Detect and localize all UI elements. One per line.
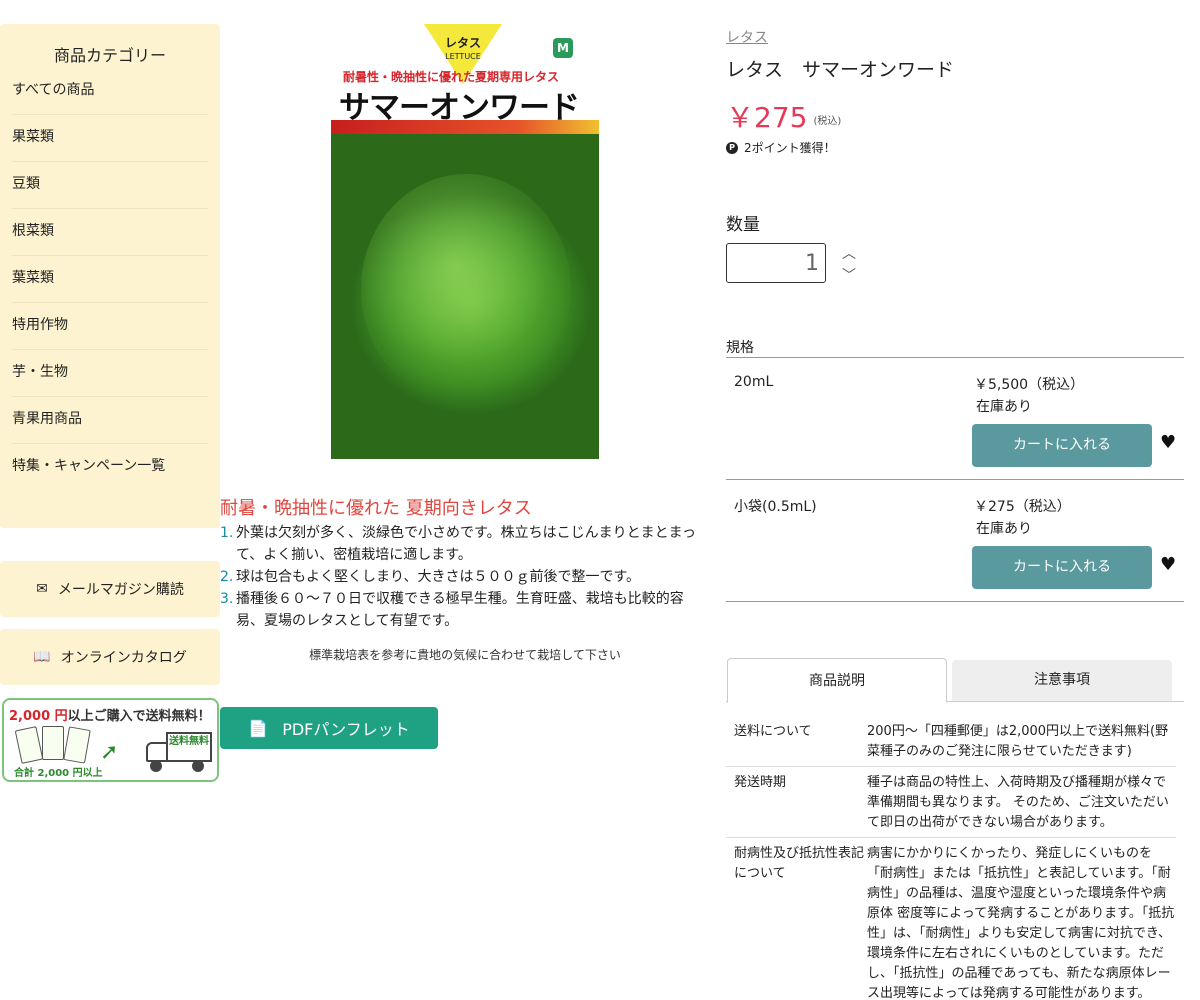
table-row: 発送時期 種子は商品の特性上、入荷時期及び播種期が様々で準備期間も異なります。 … [726, 767, 1176, 838]
list-item: 1. 外葉は欠刻が多く、淡緑色で小さめです。株立ちはこじんまりとまとまって、よく揃… [220, 525, 697, 563]
sidebar-item-campaigns[interactable]: 特集・キャンペーン一覧 [12, 444, 208, 491]
table-row: 送料について 200円～「四種郵便」は2,000円以上で送料無料(野菜種子のみの… [726, 716, 1176, 767]
package-band [331, 120, 599, 134]
table-row: 耐病性及び抵抗性表記について 病害にかかりにくかったり、発症しにくいものを「耐病… [726, 838, 1176, 1000]
spec-table: 20mL ￥5,500（税込） 在庫あり カートに入れる ♥ 小袋(0.5mL)… [726, 357, 1184, 602]
info-tabs: 商品説明 注意事項 [726, 658, 1184, 703]
info-table: 送料について 200円～「四種郵便」は2,000円以上で送料無料(野菜種子のみの… [726, 716, 1176, 1000]
category-sidebar: 商品カテゴリー すべての商品 果菜類 豆類 根菜類 葉菜類 特用作物 芋・生物 … [0, 24, 220, 528]
info-key: 発送時期 [734, 775, 787, 790]
truck-text: 送料無料 [166, 732, 212, 762]
brand-logo-icon: M [553, 38, 573, 58]
cultivation-note: 標準栽培表を参考に貴地の気候に合わせて栽培して下さい [309, 648, 621, 662]
pdf-file-icon: 📄 [248, 718, 269, 738]
stock-status: 在庫あり [976, 399, 1032, 415]
add-to-cart-button[interactable]: カートに入れる [972, 424, 1152, 467]
list-item: 3. 播種後６０～７０日で収穫できる極早生種。生育旺盛、栽培も比較的容易、夏場のレ… [220, 591, 684, 629]
sidebar-item-all[interactable]: すべての商品 [12, 68, 208, 115]
spec-label: 規格 [726, 340, 754, 356]
category-list: すべての商品 果菜類 豆類 根菜類 葉菜類 特用作物 芋・生物 青果用商品 特集… [0, 68, 220, 491]
sidebar-item-root-vegetables[interactable]: 根菜類 [12, 209, 208, 256]
spec-name: 小袋(0.5mL) [734, 499, 817, 515]
seed-pack-icon [42, 726, 64, 760]
product-price: ￥275 (税込) [726, 101, 842, 134]
info-value: 200円～「四種郵便」は2,000円以上で送料無料(野菜種子のみのご発注に限らせ… [867, 724, 1169, 759]
book-icon: 📖 [33, 649, 51, 665]
info-value: 種子は商品の特性上、入荷時期及び播種期が様々で準備期間も異なります。 そのため、… [867, 775, 1169, 830]
heart-icon[interactable]: ♥ [1160, 554, 1176, 575]
sidebar-title: 商品カテゴリー [53, 46, 166, 65]
seed-pack-icon [63, 726, 91, 764]
tax-label: (税込) [813, 115, 842, 127]
chevron-up-icon[interactable]: ︿ [838, 243, 860, 265]
newsletter-label: メールマガジン購読 [57, 582, 184, 598]
points-text: 2ポイント獲得！ [744, 141, 836, 155]
info-value: 病害にかかりにくかったり、発症しにくいものを「耐病性」または「抵抗性」と表記して… [867, 846, 1175, 1000]
newsletter-button[interactable]: ✉ メールマガジン購読 [0, 561, 220, 617]
free-shipping-banner[interactable]: 2,000 円以上ご購入で送料無料！ ➚ 送料無料 合計 2,000 円以上 [2, 698, 219, 782]
arrow-right-icon: ➚ [100, 740, 119, 765]
delivery-truck-icon: 送料無料 [144, 730, 214, 772]
sidebar-item-potatoes[interactable]: 芋・生物 [12, 350, 208, 397]
banner-text: 以上ご購入で送料無料！ [67, 709, 211, 724]
feature-list: 1. 外葉は欠刻が多く、淡緑色で小さめです。株立ちはこじんまりとまとまって、よく揃… [220, 522, 710, 632]
list-item: 2. 球は包合もよく堅くしまり、大きさは５００ｇ前後で整一です。 [220, 569, 641, 585]
lettuce-photo [331, 134, 599, 459]
banner-total: 合計 2,000 円以上 [14, 768, 103, 779]
pdf-pamphlet-button[interactable]: 📄 PDFパンフレット [220, 707, 438, 749]
points-icon: P [726, 141, 738, 154]
online-catalog-label: オンラインカタログ [60, 650, 187, 666]
banner-headline: 2,000 円以上ご購入で送料無料！ [9, 705, 211, 724]
add-to-cart-button[interactable]: カートに入れる [972, 546, 1152, 589]
stock-status: 在庫あり [976, 521, 1032, 537]
online-catalog-button[interactable]: 📖 オンラインカタログ [0, 629, 220, 685]
table-row: 小袋(0.5mL) ￥275（税込） 在庫あり カートに入れる ♥ [726, 480, 1184, 602]
spec-price: ￥275（税込） [974, 499, 1071, 515]
sidebar-item-beans[interactable]: 豆類 [12, 162, 208, 209]
pdf-pamphlet-label: PDFパンフレット [282, 720, 410, 739]
points-info: P 2ポイント獲得！ [726, 139, 836, 156]
quantity-stepper: ︿ ﹀ [838, 243, 860, 287]
sidebar-item-fruit-vegetables[interactable]: 果菜類 [12, 115, 208, 162]
quantity-input[interactable] [726, 243, 826, 283]
chevron-down-icon[interactable]: ﹀ [838, 265, 860, 287]
info-key: 耐病性及び抵抗性表記について [734, 846, 865, 881]
product-image: レタス LETTUCE M 耐暑性・晩抽性に優れた夏期専用レタス サマーオンワー… [331, 24, 599, 459]
sidebar-item-leaf-vegetables[interactable]: 葉菜類 [12, 256, 208, 303]
tab-description[interactable]: 商品説明 [727, 658, 947, 703]
seed-pack-icon [14, 726, 44, 764]
table-row: 20mL ￥5,500（税込） 在庫あり カートに入れる ♥ [726, 358, 1184, 480]
envelope-icon: ✉ [36, 581, 48, 597]
breadcrumb[interactable]: レタス [726, 27, 768, 47]
tab-notes[interactable]: 注意事項 [952, 660, 1172, 701]
page-title: レタス サマーオンワード [726, 59, 955, 81]
heart-icon[interactable]: ♥ [1160, 432, 1176, 453]
sidebar-item-produce[interactable]: 青果用商品 [12, 397, 208, 444]
spec-name: 20mL [734, 374, 774, 390]
package-tag: レタス LETTUCE [444, 36, 481, 61]
banner-amount: 2,000 円 [9, 709, 68, 724]
quantity-label: 数量 [726, 215, 760, 235]
sidebar-item-special-crops[interactable]: 特用作物 [12, 303, 208, 350]
spec-price: ￥5,500（税込） [974, 377, 1085, 393]
info-key: 送料について [734, 724, 812, 739]
description-title: 耐暑・晩抽性に優れた 夏期向きレタス [220, 498, 532, 519]
